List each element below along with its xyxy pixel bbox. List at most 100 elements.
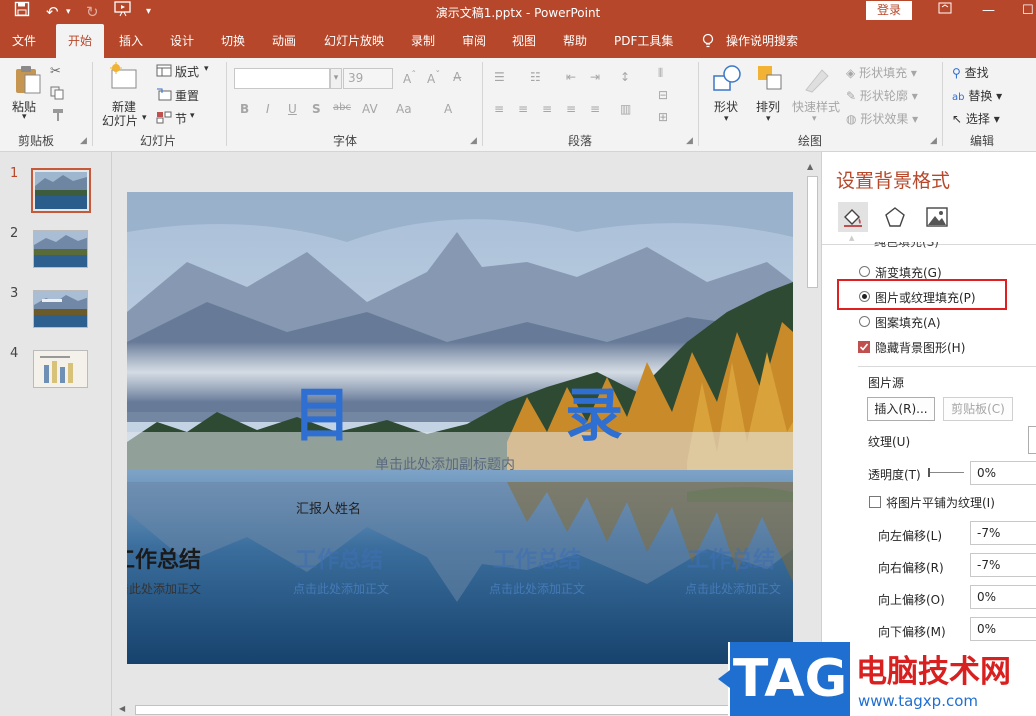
format-painter-icon[interactable] [52,108,66,126]
drawing-launcher-icon[interactable]: ◢ [930,136,937,146]
tab-review[interactable]: 审阅 [456,24,492,58]
horizontal-scroll-thumb[interactable] [135,705,735,715]
pattern-fill-radio[interactable] [859,316,870,327]
section-button[interactable]: 节 ▾ [156,109,216,127]
paint-bucket-icon [842,206,864,231]
layout-icon [156,64,172,80]
shapes-button[interactable]: 形状 ▾ [708,62,748,128]
vertical-scrollbar[interactable]: ▲ [805,160,820,690]
grow-font-icon: Aˆ [403,70,417,86]
tab-home[interactable]: 开始 [56,24,104,58]
tile-checkbox[interactable] [869,496,881,508]
section-dropdown-icon: ▾ [190,111,195,121]
transparency-slider-track[interactable] [928,472,964,473]
slide-thumbnails-panel: 1 2 3 4 [0,152,112,716]
login-button[interactable]: 登录 [866,1,912,20]
hide-bg-label[interactable]: 隐藏背景图形(H) [875,339,965,356]
section-title[interactable]: 工作总结 [295,542,383,574]
separator [698,62,699,146]
section-title[interactable]: 工作总结 [127,542,201,574]
pattern-fill-label[interactable]: 图案填充(A) [875,314,941,331]
tab-view[interactable]: 视图 [506,24,542,58]
offset-left-input[interactable]: -7% [970,521,1036,545]
tab-animations[interactable]: 动画 [266,24,302,58]
clipboard-button: 剪贴板(C) [943,397,1013,421]
transparency-slider-thumb[interactable] [928,468,930,477]
replace-button[interactable]: ab 替换 ▾ [952,87,1002,104]
section-title[interactable]: 工作总结 [687,542,775,574]
reset-label: 重置 [175,89,200,103]
slide-thumbnail-4[interactable] [33,350,88,388]
tab-insert[interactable]: 插入 [113,24,149,58]
horizontal-scrollbar[interactable]: ◀ [117,704,805,716]
tell-me-search[interactable]: 操作说明搜索 [720,24,804,58]
fill-tab[interactable] [838,202,868,232]
cut-icon[interactable]: ✂ [50,64,61,79]
paste-dropdown-icon[interactable]: ▾ [22,112,27,122]
texture-label: 纹理(U) [868,435,911,449]
effects-tab[interactable] [884,206,906,231]
font-name-dropdown[interactable] [234,68,330,89]
ribbon-display-options-icon[interactable] [938,1,952,21]
clipboard-launcher-icon[interactable]: ◢ [80,136,87,146]
watermark-url: www.tagxp.com [858,692,978,710]
slide-title-right[interactable]: 录 [565,368,623,452]
vertical-scroll-thumb[interactable] [807,176,818,288]
section-title[interactable]: 工作总结 [493,542,581,574]
select-button[interactable]: ↖ 选择 ▾ [952,110,1000,127]
offset-top-input[interactable]: 0% [970,585,1036,609]
copy-icon[interactable] [50,86,66,104]
thumbnail-number: 3 [10,286,19,301]
arrange-dropdown-icon: ▾ [766,114,771,124]
watermark-logo-text: TAG [732,649,848,709]
scroll-up-icon[interactable]: ▲ [807,162,813,171]
bold-button: B [240,102,250,116]
section-sub[interactable]: 点击此处添加正文 [489,580,585,597]
pen-icon: ✎ [846,89,857,103]
reset-button[interactable]: 重置 [156,86,216,104]
hide-bg-checkbox[interactable] [858,341,870,353]
arrange-button[interactable]: 排列 ▾ [752,62,788,128]
shape-outline-button: ✎ 形状轮廓 ▾ [846,89,918,103]
find-button[interactable]: ⚲ 查找 [952,64,989,81]
tab-transitions[interactable]: 切换 [215,24,251,58]
maximize-icon[interactable]: ☐ [1022,1,1034,21]
slide-thumbnail-2[interactable] [33,230,88,268]
tab-slideshow[interactable]: 幻灯片放映 [318,24,390,58]
font-launcher-icon[interactable]: ◢ [470,136,477,146]
offset-right-input[interactable]: -7% [970,553,1036,577]
shapes-label: 形状 [714,100,739,114]
slide-reporter[interactable]: 汇报人姓名 [296,498,361,517]
font-size-dropdown[interactable]: 39 [343,68,393,89]
transparency-input[interactable]: 0% [970,461,1036,485]
section-sub[interactable]: 点击此处添加正文 [685,580,781,597]
tab-file[interactable]: 文件 [6,24,42,58]
tab-design[interactable]: 设计 [164,24,200,58]
find-label: 查找 [964,66,989,80]
offset-bottom-input[interactable]: 0% [970,617,1036,641]
slide-thumbnail-1[interactable] [31,168,91,213]
section-sub[interactable]: 点击此处添加正文 [293,580,389,597]
gradient-fill-radio[interactable] [859,266,870,277]
scroll-left-icon[interactable]: ◀ [119,704,125,713]
slide-canvas[interactable]: 目 录 单击此处添加副标题内 汇报人姓名 工作总结 击此处添加正文 工作总结 点… [127,192,793,664]
paragraph-launcher-icon[interactable]: ◢ [686,136,693,146]
insert-picture-button[interactable]: 插入(R)... [867,397,935,421]
layout-button[interactable]: 版式 ▾ [156,62,216,80]
slide-subtitle[interactable]: 单击此处添加副标题内 [375,454,515,474]
tab-record[interactable]: 录制 [405,24,441,58]
align-right-icon: ≡ [542,102,553,116]
slide-title-left[interactable]: 目 [293,368,351,452]
minimize-icon[interactable]: — [982,1,995,21]
new-slide-dropdown-icon[interactable]: ▾ [142,113,147,123]
font-name-dropdown-arrow[interactable]: ▾ [330,68,342,89]
clear-format-icon: A̶ [453,70,462,84]
texture-picker[interactable] [1028,426,1036,454]
section-sub[interactable]: 击此处添加正文 [127,580,201,597]
tab-help[interactable]: 帮助 [557,24,593,58]
slide-thumbnail-3[interactable] [33,290,88,328]
tab-pdf-tools[interactable]: PDF工具集 [608,24,679,58]
tile-label[interactable]: 将图片平铺为纹理(I) [886,494,995,511]
picture-tab[interactable] [926,206,948,231]
select-label: 选择 [965,112,990,126]
